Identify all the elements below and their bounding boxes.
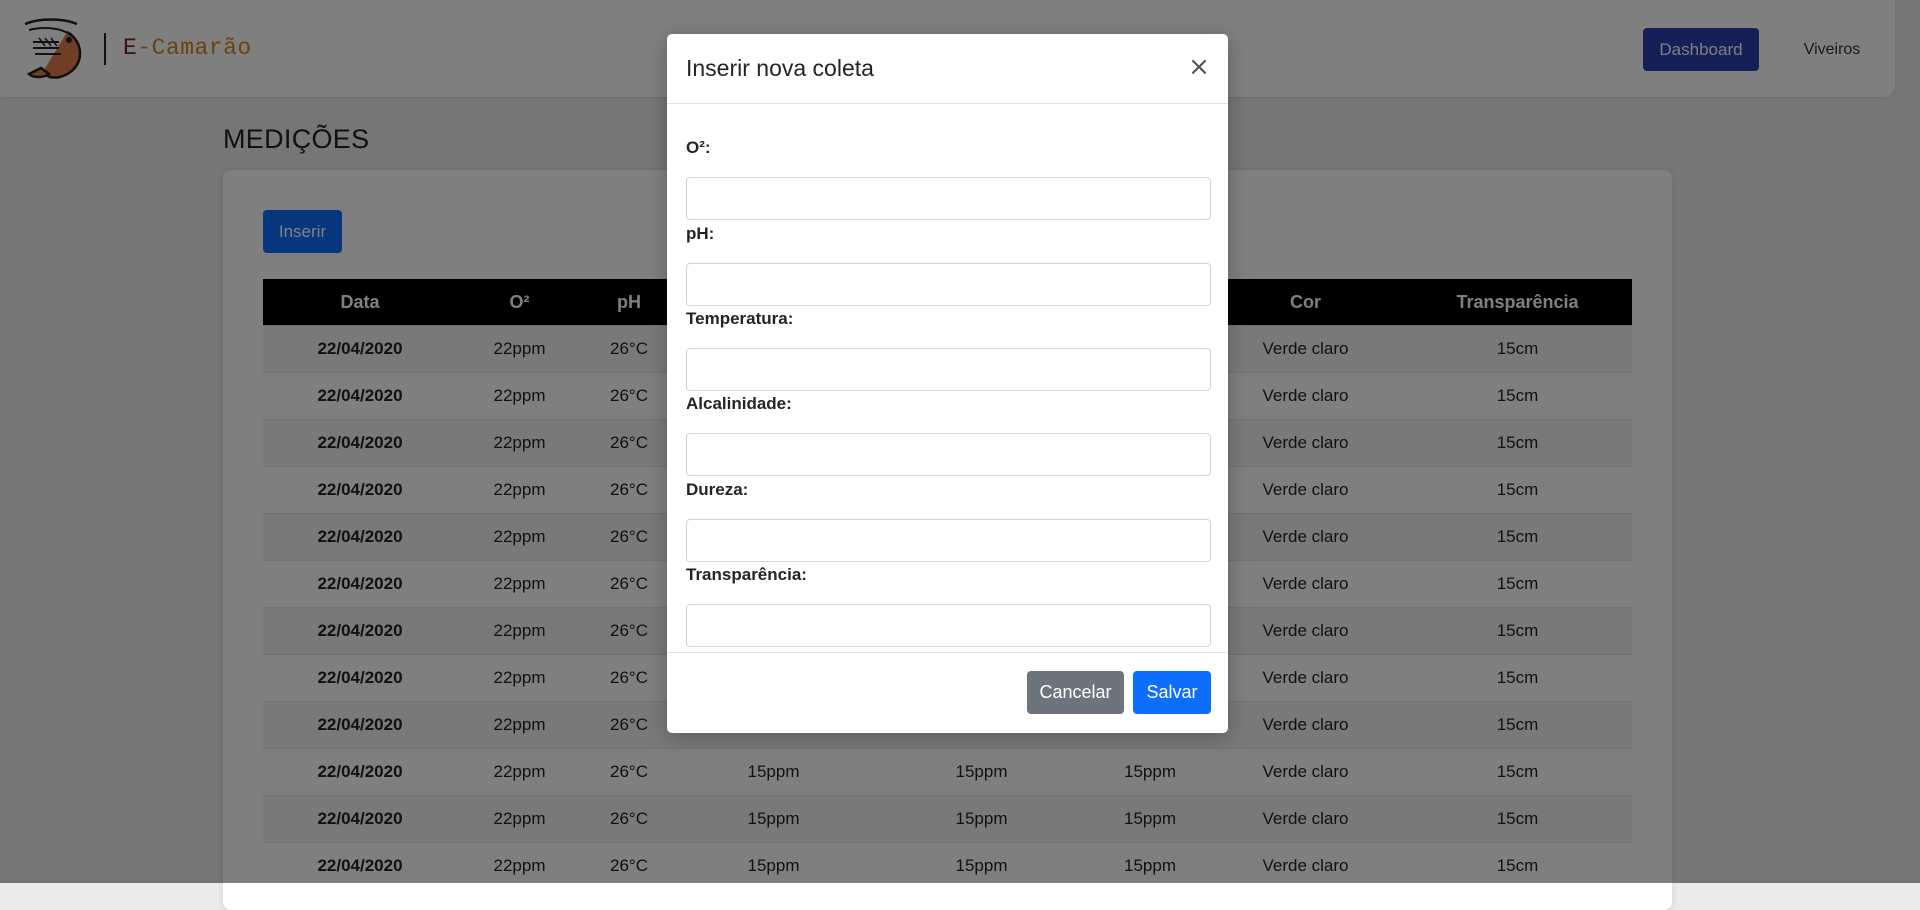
field-label-transparencia: Transparência: bbox=[686, 565, 807, 584]
dureza-input[interactable] bbox=[686, 519, 1211, 562]
insert-collection-modal: Inserir nova coleta × O²: pH: Temperatur… bbox=[667, 34, 1228, 733]
ph-input[interactable] bbox=[686, 263, 1211, 306]
field-label-temperatura: Temperatura: bbox=[686, 309, 794, 328]
temperatura-input[interactable] bbox=[686, 348, 1211, 391]
alcalinidade-input[interactable] bbox=[686, 433, 1211, 476]
field-label-alcalinidade: Alcalinidade: bbox=[686, 394, 792, 413]
field-label-o2: O²: bbox=[686, 138, 711, 157]
field-alcalinidade: Alcalinidade: bbox=[686, 394, 1211, 476]
close-icon[interactable]: × bbox=[1186, 52, 1212, 82]
cancel-button[interactable]: Cancelar bbox=[1027, 671, 1124, 714]
o2-input[interactable] bbox=[686, 177, 1211, 220]
transparencia-input[interactable] bbox=[686, 604, 1211, 647]
modal-title: Inserir nova coleta bbox=[686, 55, 874, 81]
field-label-ph: pH: bbox=[686, 224, 715, 243]
save-button[interactable]: Salvar bbox=[1133, 671, 1211, 714]
field-ph: pH: bbox=[686, 224, 1211, 306]
field-dureza: Dureza: bbox=[686, 480, 1211, 562]
field-label-dureza: Dureza: bbox=[686, 480, 749, 499]
modal-footer: Cancelar Salvar bbox=[667, 652, 1228, 734]
field-transparencia: Transparência: bbox=[686, 565, 1211, 647]
field-o2: O²: bbox=[686, 138, 1211, 220]
field-temperatura: Temperatura: bbox=[686, 309, 1211, 391]
modal-header: Inserir nova coleta × bbox=[667, 34, 1228, 104]
